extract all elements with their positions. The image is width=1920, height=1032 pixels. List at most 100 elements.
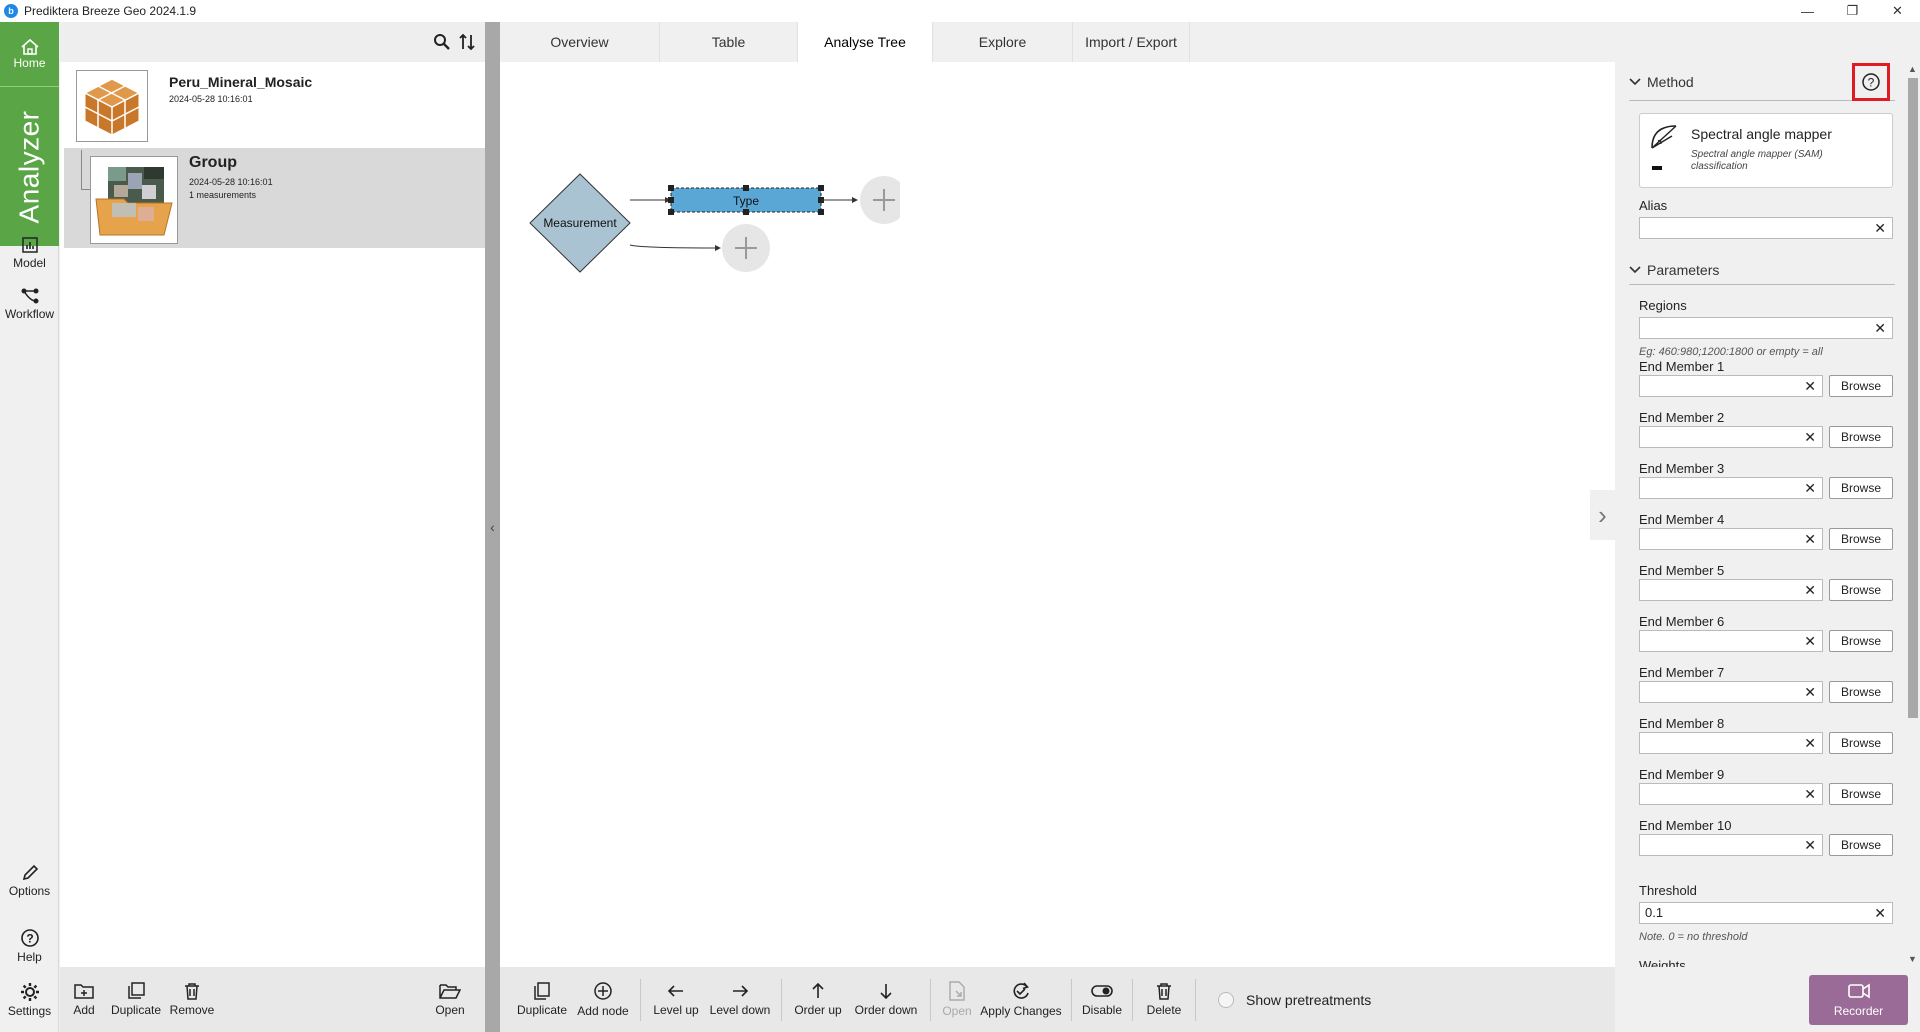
analyse-tree-canvas[interactable]: Measurement Type ›: [500, 62, 1615, 967]
level-down-button[interactable]: Level down: [705, 967, 775, 1032]
restore-button[interactable]: ❐: [1830, 0, 1875, 22]
browse-button[interactable]: Browse: [1829, 477, 1893, 499]
clear-icon[interactable]: ✕: [1804, 529, 1816, 549]
tab-table[interactable]: Table: [660, 22, 798, 62]
show-pretreatments-radio[interactable]: [1218, 991, 1234, 1008]
browse-button[interactable]: Browse: [1829, 732, 1893, 754]
regions-input[interactable]: ✕: [1639, 317, 1893, 339]
tree-diagram: Measurement Type: [529, 173, 900, 273]
recorder-button[interactable]: Recorder: [1809, 975, 1908, 1025]
tab-overview[interactable]: Overview: [500, 22, 660, 62]
delete-node-button[interactable]: Delete: [1139, 967, 1189, 1032]
order-up-button[interactable]: Order up: [788, 967, 848, 1032]
nav-workflow[interactable]: Workflow: [0, 287, 59, 321]
tab-import-export[interactable]: Import / Export: [1073, 22, 1190, 62]
browse-button[interactable]: Browse: [1829, 834, 1893, 856]
chevron-down-icon: [1629, 266, 1641, 274]
end-member-input[interactable]: ✕: [1639, 630, 1823, 652]
chevron-right-icon[interactable]: ›: [1590, 490, 1615, 540]
scrollbar-thumb[interactable]: [1908, 78, 1918, 718]
clear-icon[interactable]: ✕: [1804, 631, 1816, 651]
disable-button[interactable]: Disable: [1078, 967, 1126, 1032]
clear-icon[interactable]: ✕: [1804, 478, 1816, 498]
alias-label: Alias: [1639, 198, 1668, 213]
group-name: Group: [189, 154, 237, 171]
threshold-input[interactable]: 0.1 ✕: [1639, 902, 1893, 924]
chevron-left-icon[interactable]: ‹: [490, 519, 495, 535]
add-button[interactable]: Add: [66, 967, 102, 1032]
method-help-button[interactable]: ?: [1852, 63, 1890, 101]
alias-input[interactable]: ✕: [1639, 217, 1893, 239]
clear-icon[interactable]: ✕: [1804, 784, 1816, 804]
open-node-button[interactable]: Open: [937, 967, 977, 1032]
remove-button[interactable]: Remove: [167, 967, 217, 1032]
close-button[interactable]: ✕: [1875, 0, 1920, 22]
end-member-input[interactable]: ✕: [1639, 732, 1823, 754]
nav-model[interactable]: Model: [0, 236, 59, 270]
duplicate-project-button[interactable]: Duplicate: [106, 967, 166, 1032]
browse-button[interactable]: Browse: [1829, 681, 1893, 703]
end-member-input[interactable]: ✕: [1639, 834, 1823, 856]
apply-changes-button[interactable]: Apply Changes: [977, 967, 1065, 1032]
scroll-up-icon[interactable]: ▲: [1908, 64, 1917, 74]
method-section-header[interactable]: Method: [1629, 74, 1694, 90]
nav-settings[interactable]: Settings: [0, 982, 59, 1018]
browse-button[interactable]: Browse: [1829, 630, 1893, 652]
clear-icon[interactable]: ✕: [1804, 733, 1816, 753]
level-up-button[interactable]: Level up: [647, 967, 705, 1032]
end-member-input[interactable]: ✕: [1639, 426, 1823, 448]
clear-icon[interactable]: ✕: [1804, 835, 1816, 855]
nav-analyzer[interactable]: Analyzer: [0, 86, 59, 246]
end-member-label: End Member 4: [1639, 512, 1725, 527]
add-node-button[interactable]: Add node: [572, 967, 634, 1032]
browse-button[interactable]: Browse: [1829, 783, 1893, 805]
browse-button[interactable]: Browse: [1829, 528, 1893, 550]
nav-settings-label: Settings: [7, 1004, 52, 1018]
duplicate-node-button[interactable]: Duplicate: [512, 967, 572, 1032]
properties-scrollbar[interactable]: ▲ ▼: [1905, 62, 1920, 967]
nav-options[interactable]: Options: [0, 864, 59, 898]
project-item[interactable]: Peru_Mineral_Mosaic 2024-05-28 10:16:01: [72, 70, 477, 150]
tab-explore[interactable]: Explore: [933, 22, 1073, 62]
scroll-down-icon[interactable]: ▼: [1908, 954, 1917, 964]
end-member-label: End Member 6: [1639, 614, 1725, 629]
nav-analyzer-label: Analyzer: [13, 110, 45, 223]
end-member-input[interactable]: ✕: [1639, 375, 1823, 397]
open-project-button[interactable]: Open: [430, 967, 470, 1032]
clear-icon[interactable]: ✕: [1804, 376, 1816, 396]
copy-icon: [534, 982, 550, 1000]
end-member-input[interactable]: ✕: [1639, 783, 1823, 805]
parameters-section-header[interactable]: Parameters: [1629, 262, 1719, 278]
clear-icon[interactable]: ✕: [1874, 218, 1886, 238]
refresh-check-icon: [1013, 982, 1029, 999]
minimize-button[interactable]: —: [1785, 0, 1830, 22]
end-member-input[interactable]: ✕: [1639, 579, 1823, 601]
end-member-input[interactable]: ✕: [1639, 681, 1823, 703]
search-icon[interactable]: [433, 33, 451, 51]
end-member-label: End Member 10: [1639, 818, 1732, 833]
end-member-input[interactable]: ✕: [1639, 528, 1823, 550]
browse-button[interactable]: Browse: [1829, 579, 1893, 601]
project-date: 2024-05-28 10:16:01: [169, 94, 253, 104]
sort-icon[interactable]: [458, 32, 476, 52]
method-card[interactable]: Spectral angle mapper Spectral angle map…: [1639, 113, 1893, 188]
clear-icon[interactable]: ✕: [1874, 903, 1886, 923]
arrow-left-icon: [667, 985, 683, 997]
end-member-input[interactable]: ✕: [1639, 477, 1823, 499]
nav-home[interactable]: Home: [0, 22, 59, 86]
group-item[interactable]: Group 2024-05-28 10:16:01 1 measurements: [64, 148, 485, 248]
tab-analyse-tree[interactable]: Analyse Tree: [798, 22, 933, 62]
panel-splitter[interactable]: ‹: [485, 22, 500, 1032]
browse-button[interactable]: Browse: [1829, 375, 1893, 397]
end-member-label: End Member 9: [1639, 767, 1725, 782]
clear-icon[interactable]: ✕: [1874, 318, 1886, 338]
open-file-icon: [949, 981, 965, 1001]
nav-help[interactable]: ? Help: [0, 928, 59, 964]
order-down-button[interactable]: Order down: [848, 967, 924, 1032]
show-pretreatments-toggle[interactable]: Show pretreatments: [1218, 991, 1371, 1008]
browse-button[interactable]: Browse: [1829, 426, 1893, 448]
clear-icon[interactable]: ✕: [1804, 580, 1816, 600]
arrow-down-icon: [880, 984, 892, 1000]
clear-icon[interactable]: ✕: [1804, 682, 1816, 702]
clear-icon[interactable]: ✕: [1804, 427, 1816, 447]
